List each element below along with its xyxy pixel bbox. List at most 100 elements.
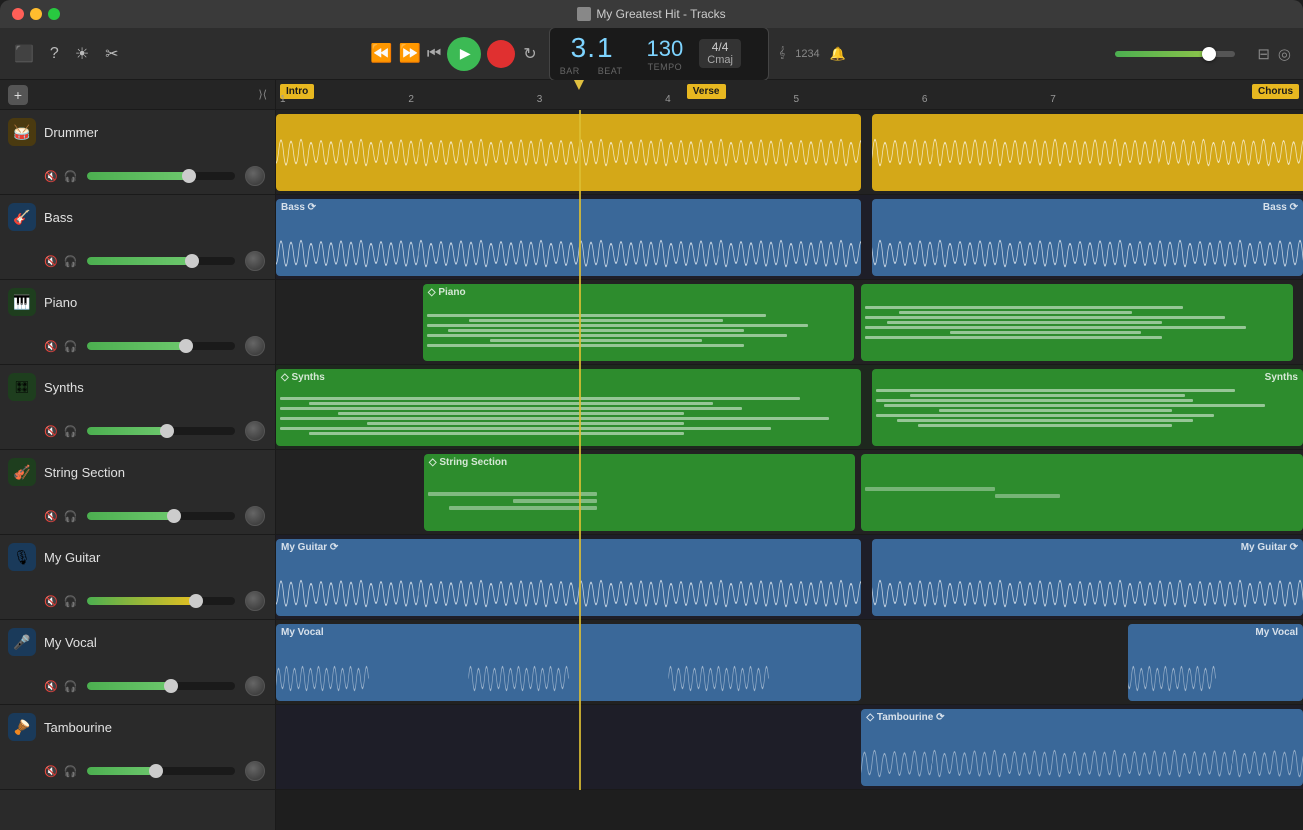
timeline-ruler[interactable]: Intro Verse Chorus 1 2 3 4 5 6 7 <box>276 80 1303 110</box>
volume-slider-synths[interactable] <box>87 427 235 435</box>
mute-button-drummer[interactable]: 🔇 <box>44 170 58 183</box>
cycle-button[interactable]: ↻ <box>521 42 538 66</box>
pan-knob-my-vocal[interactable] <box>245 676 265 696</box>
slider-thumb-bass[interactable] <box>185 254 199 268</box>
smart-controls-button[interactable]: ☀ <box>73 42 91 66</box>
volume-slider-piano[interactable] <box>87 342 235 350</box>
pan-knob-synths[interactable] <box>245 421 265 441</box>
track-item-piano[interactable]: 🎹 Piano 🔇 🎧 <box>0 280 275 365</box>
volume-slider-tambourine[interactable] <box>87 767 235 775</box>
track-item-my-guitar[interactable]: 🎙 My Guitar 🔇 🎧 <box>0 535 275 620</box>
region-drummer-intro[interactable] <box>276 114 861 191</box>
time-signature-box[interactable]: 4/4 Cmaj <box>699 39 741 68</box>
mute-button-my-vocal[interactable]: 🔇 <box>44 680 58 693</box>
track-item-bass[interactable]: 🎸 Bass 🔇 🎧 <box>0 195 275 280</box>
master-volume-slider[interactable] <box>1115 51 1235 57</box>
track-lane-bass[interactable]: Bass ⟳ Bass ⟳ <box>276 195 1303 280</box>
track-lane-tambourine[interactable]: ◇ Tambourine ⟳ <box>276 705 1303 790</box>
slider-thumb-my-guitar[interactable] <box>189 594 203 608</box>
pan-knob-string-section[interactable] <box>245 506 265 526</box>
region-vocal-2[interactable]: My Vocal <box>1128 624 1303 701</box>
track-lane-my-guitar[interactable]: My Guitar ⟳ My Guitar ⟳ <box>276 535 1303 620</box>
record-button[interactable] <box>487 40 515 68</box>
volume-slider-string-section[interactable] <box>87 512 235 520</box>
scissors-button[interactable]: ✂ <box>103 42 120 66</box>
solo-button-tambourine[interactable]: 🎧 <box>64 765 78 778</box>
track-item-string-section[interactable]: 🎻 String Section 🔇 🎧 <box>0 450 275 535</box>
skip-back-button[interactable]: ⏮ <box>427 45 441 63</box>
slider-thumb-synths[interactable] <box>160 424 174 438</box>
track-lane-drummer[interactable] <box>276 110 1303 195</box>
list-icon[interactable]: ⊟ <box>1257 45 1270 63</box>
mute-button-my-guitar[interactable]: 🔇 <box>44 595 58 608</box>
rewind-button[interactable]: ⏪ <box>370 43 392 64</box>
solo-button-piano[interactable]: 🎧 <box>64 340 78 353</box>
solo-button-my-guitar[interactable]: 🎧 <box>64 595 78 608</box>
slider-thumb-piano[interactable] <box>179 339 193 353</box>
volume-slider-bass[interactable] <box>87 257 235 265</box>
region-tambourine-1[interactable]: ◇ Tambourine ⟳ <box>861 709 1303 786</box>
slider-thumb-string-section[interactable] <box>167 509 181 523</box>
region-drummer-chorus[interactable] <box>1159 114 1303 191</box>
region-strings-1[interactable]: ◇ String Section <box>424 454 855 531</box>
volume-slider-my-guitar[interactable] <box>87 597 235 605</box>
slider-fill-my-guitar <box>87 597 198 605</box>
region-strings-2[interactable] <box>861 454 1303 531</box>
track-lane-string-section[interactable]: ◇ String Section <box>276 450 1303 535</box>
pan-knob-piano[interactable] <box>245 336 265 356</box>
volume-slider-my-vocal[interactable] <box>87 682 235 690</box>
region-guitar-1[interactable]: My Guitar ⟳ <box>276 539 861 616</box>
solo-button-synths[interactable]: 🎧 <box>64 425 78 438</box>
track-item-my-vocal[interactable]: 🎤 My Vocal 🔇 🎧 <box>0 620 275 705</box>
maximize-button[interactable] <box>48 8 60 20</box>
slider-thumb-drummer[interactable] <box>182 169 196 183</box>
minimize-button[interactable] <box>30 8 42 20</box>
track-icon-bass: 🎸 <box>8 203 36 231</box>
region-synths-2[interactable]: Synths <box>872 369 1303 446</box>
mute-button-synths[interactable]: 🔇 <box>44 425 58 438</box>
track-icon-my-vocal: 🎤 <box>8 628 36 656</box>
library-button[interactable]: ⬛ <box>12 42 36 66</box>
display-panel: 3 . 1 BAR BEAT 130 TEMPO 4/4 Cmaj <box>549 27 769 81</box>
track-item-tambourine[interactable]: 🪘 Tambourine 🔇 🎧 <box>0 705 275 790</box>
region-piano-2[interactable] <box>861 284 1292 361</box>
slider-thumb-tambourine[interactable] <box>149 764 163 778</box>
pan-knob-drummer[interactable] <box>245 166 265 186</box>
track-item-synths[interactable]: 🎛 Synths 🔇 🎧 <box>0 365 275 450</box>
pan-knob-bass[interactable] <box>245 251 265 271</box>
close-button[interactable] <box>12 8 24 20</box>
region-vocal-1[interactable]: My Vocal <box>276 624 861 701</box>
waveform-icon[interactable]: ◎ <box>1278 45 1291 63</box>
fast-forward-button[interactable]: ⏩ <box>398 43 420 64</box>
track-item-drummer[interactable]: 🥁 Drummer 🔇 🎧 <box>0 110 275 195</box>
master-slider-track[interactable] <box>1115 51 1235 57</box>
region-bass-2[interactable]: Bass ⟳ <box>872 199 1303 276</box>
pan-knob-my-guitar[interactable] <box>245 591 265 611</box>
mute-button-bass[interactable]: 🔇 <box>44 255 58 268</box>
mute-button-piano[interactable]: 🔇 <box>44 340 58 353</box>
solo-button-drummer[interactable]: 🎧 <box>64 170 78 183</box>
add-track-button[interactable]: + <box>8 85 28 105</box>
help-button[interactable]: ? <box>48 43 61 65</box>
track-lane-synths[interactable]: ◇ Synths Synths <box>276 365 1303 450</box>
region-synths-1[interactable]: ◇ Synths <box>276 369 861 446</box>
volume-slider-drummer[interactable] <box>87 172 235 180</box>
region-guitar-2[interactable]: My Guitar ⟳ <box>872 539 1303 616</box>
solo-button-bass[interactable]: 🎧 <box>64 255 78 268</box>
tracks-canvas: Bass ⟳ Bass ⟳ ◇ Piano <box>276 110 1303 830</box>
region-bass-1[interactable]: Bass ⟳ <box>276 199 861 276</box>
region-label-tambourine-1: ◇ Tambourine ⟳ <box>866 712 944 723</box>
master-slider-thumb[interactable] <box>1202 47 1216 61</box>
play-button[interactable]: ▶ <box>447 37 481 71</box>
pan-knob-tambourine[interactable] <box>245 761 265 781</box>
region-piano-1[interactable]: ◇ Piano <box>423 284 854 361</box>
track-lane-my-vocal[interactable]: My Vocal My Vocal <box>276 620 1303 705</box>
collapse-tracks-button[interactable]: ⟩⟨ <box>258 88 267 101</box>
track-controls-my-vocal: 🔇 🎧 <box>8 676 265 696</box>
mute-button-tambourine[interactable]: 🔇 <box>44 765 58 778</box>
track-lane-piano[interactable]: ◇ Piano <box>276 280 1303 365</box>
solo-button-my-vocal[interactable]: 🎧 <box>64 680 78 693</box>
mute-button-string-section[interactable]: 🔇 <box>44 510 58 523</box>
solo-button-string-section[interactable]: 🎧 <box>64 510 78 523</box>
slider-thumb-my-vocal[interactable] <box>164 679 178 693</box>
